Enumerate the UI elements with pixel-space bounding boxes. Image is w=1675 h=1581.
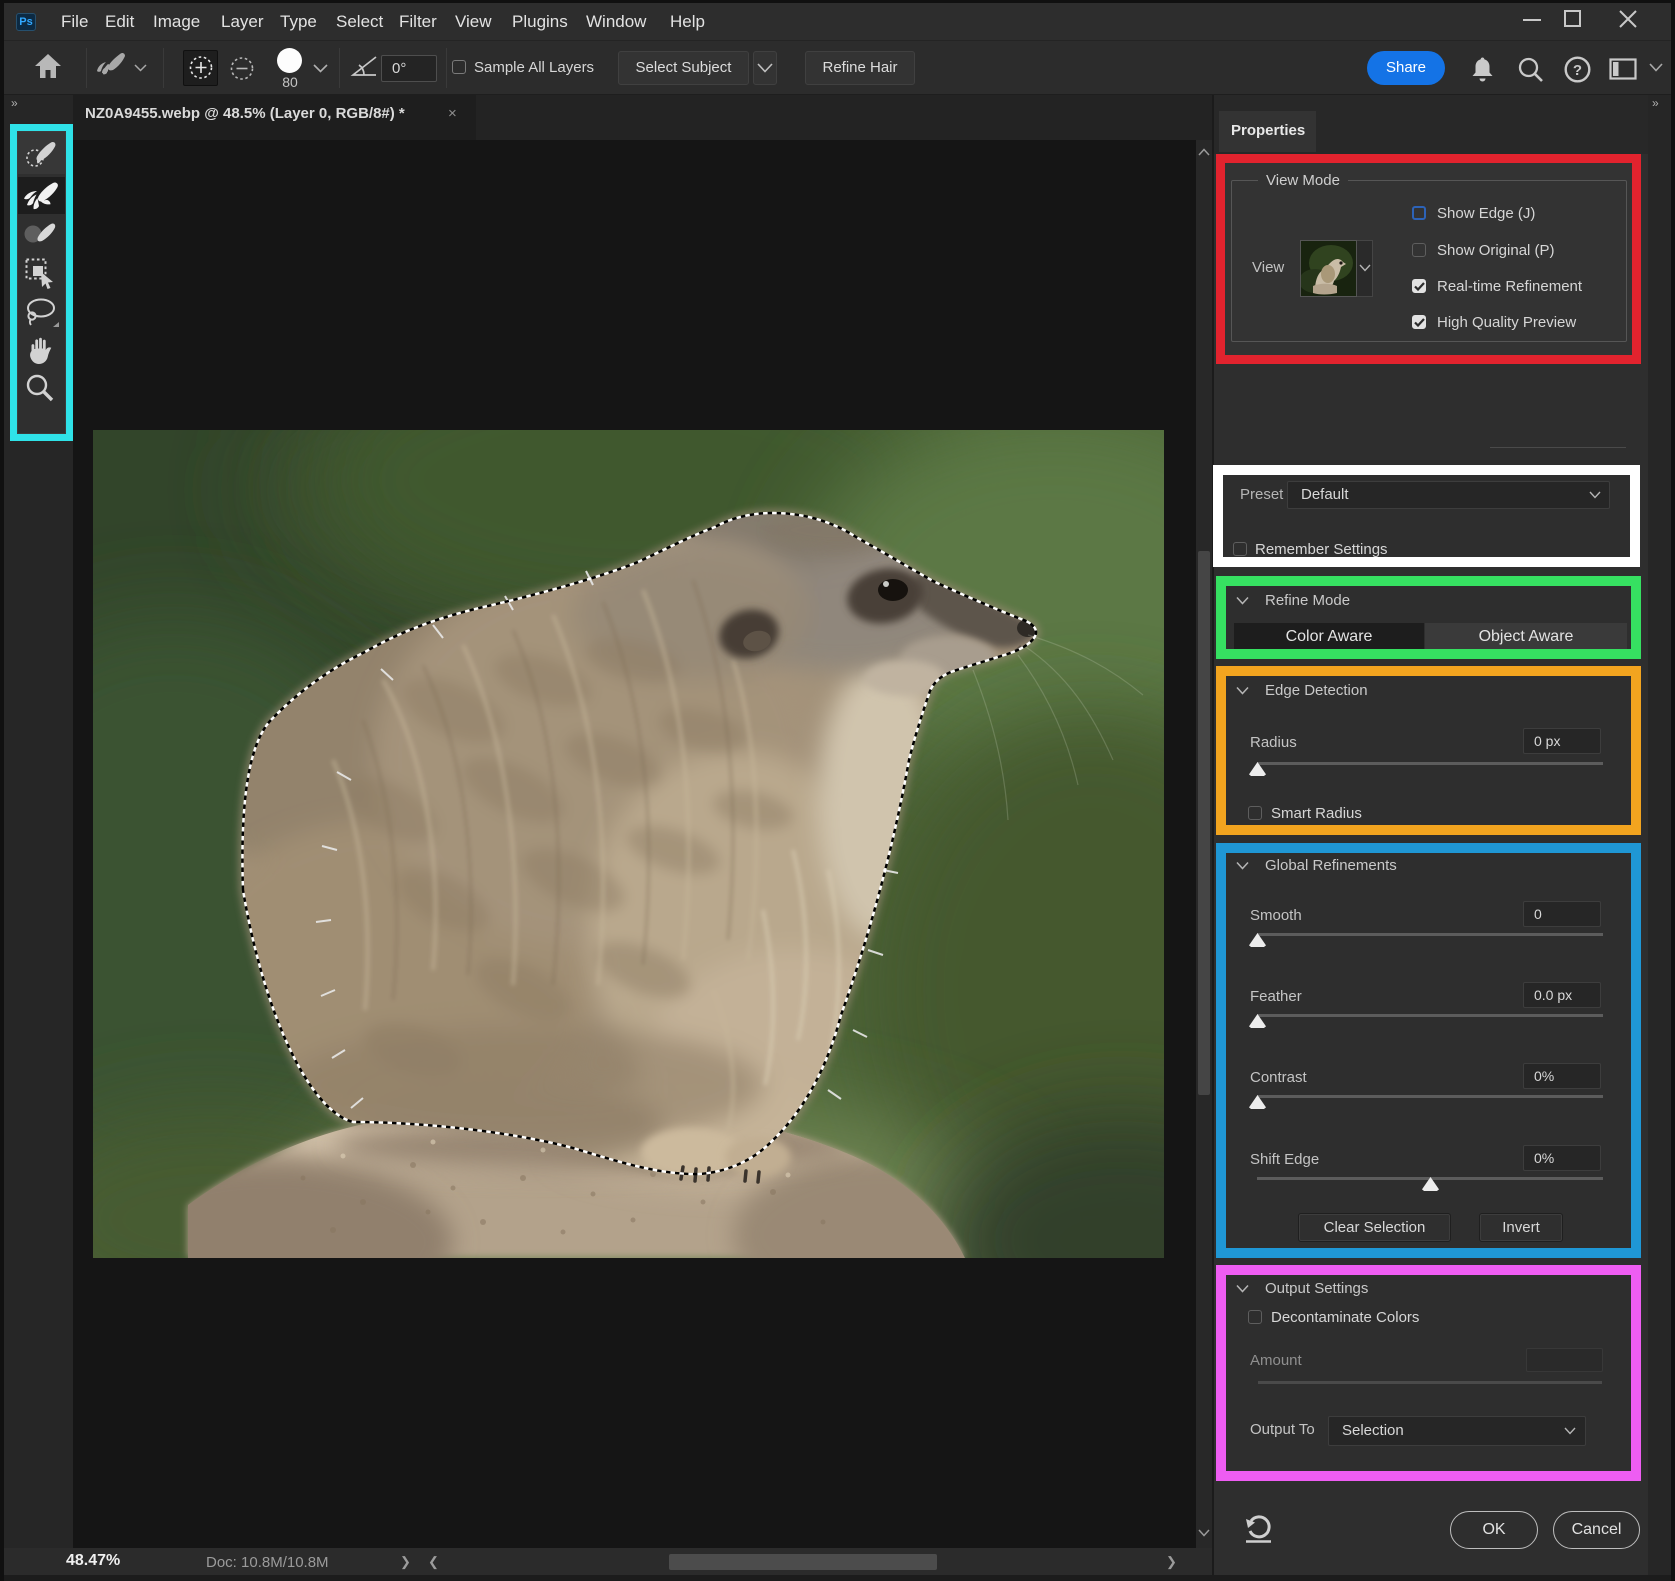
svg-text:?: ? — [1573, 62, 1582, 79]
